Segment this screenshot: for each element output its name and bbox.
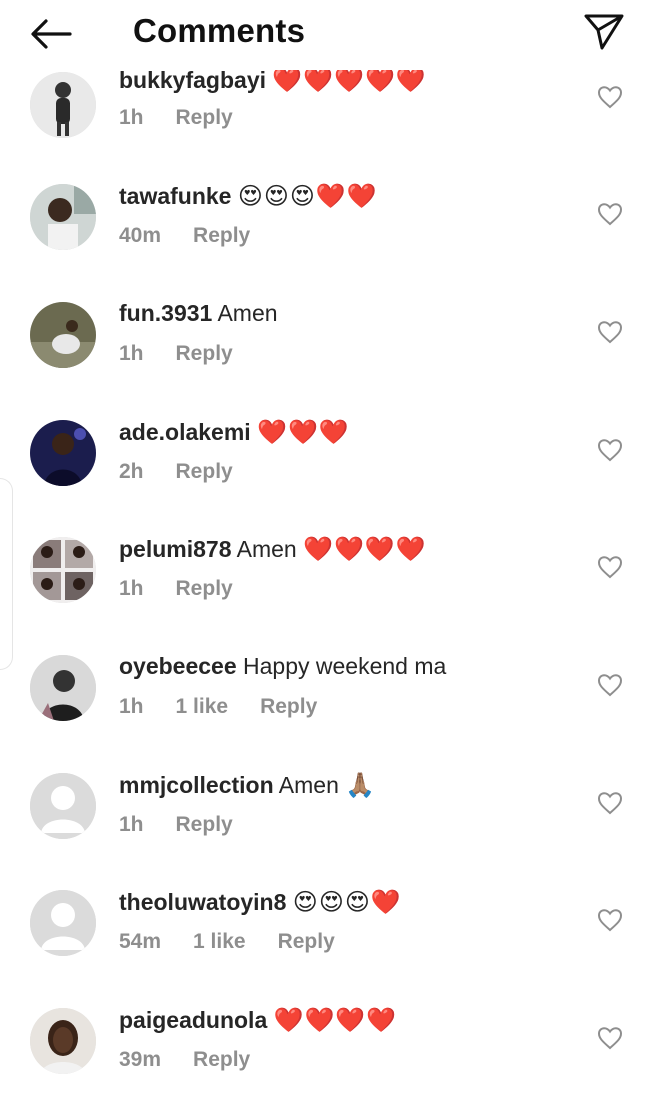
comment-text: paigeadunola ❤️❤️❤️❤️ xyxy=(119,1006,397,1035)
comment-username[interactable]: pelumi878 xyxy=(119,536,232,562)
comment-time: 54m xyxy=(119,930,162,953)
comment-text: pelumi878 Amen ❤️❤️❤️❤️ xyxy=(119,535,427,564)
avatar[interactable] xyxy=(30,655,96,721)
comment-meta: 1h Reply xyxy=(119,577,265,601)
like-heart-icon[interactable] xyxy=(597,555,623,579)
comment-time: 1h xyxy=(119,577,144,600)
avatar[interactable] xyxy=(30,890,96,956)
reply-button[interactable]: Reply xyxy=(176,342,233,365)
comment-emojis: 😍😍😍❤️ xyxy=(292,889,402,916)
comment-text: ade.olakemi ❤️❤️❤️ xyxy=(119,418,350,447)
reply-button[interactable]: Reply xyxy=(260,695,317,718)
comment-body: Amen xyxy=(217,300,278,326)
avatar[interactable] xyxy=(30,773,96,839)
reply-button[interactable]: Reply xyxy=(193,1048,250,1071)
arrow-left-icon[interactable] xyxy=(26,14,76,54)
comment-item: mmjcollection Amen 🙏🏽 1h Reply xyxy=(0,771,662,881)
comment-item: paigeadunola ❤️❤️❤️❤️ 39m Reply xyxy=(0,1006,662,1116)
comment-item: tawafunke 😍😍😍❤️❤️ 40m Reply xyxy=(0,182,662,292)
comment-meta: 1h Reply xyxy=(119,813,265,837)
comment-emojis: 😍😍😍❤️❤️ xyxy=(237,183,378,210)
comment-username[interactable]: oyebeecee xyxy=(119,653,237,679)
comment-username[interactable]: theoluwatoyin8 xyxy=(119,889,286,915)
comment-emojis: ❤️❤️❤️ xyxy=(257,419,350,446)
reply-button[interactable]: Reply xyxy=(176,813,233,836)
comment-emojis: ❤️❤️❤️❤️ xyxy=(303,536,427,563)
comment-username[interactable]: tawafunke xyxy=(119,183,231,209)
like-heart-icon[interactable] xyxy=(597,202,623,226)
comment-item: fun.3931 Amen 1h Reply xyxy=(0,300,662,410)
reply-button[interactable]: Reply xyxy=(176,460,233,483)
avatar[interactable] xyxy=(30,537,96,603)
avatar[interactable] xyxy=(30,184,96,250)
comment-meta: 1h 1 like Reply xyxy=(119,695,349,719)
like-heart-icon[interactable] xyxy=(597,791,623,815)
comment-text: fun.3931 Amen xyxy=(119,300,278,327)
comment-time: 1h xyxy=(119,695,144,718)
reply-button[interactable]: Reply xyxy=(176,106,233,129)
comments-list[interactable]: bukkyfagbayi ❤️❤️❤️❤️❤️ 1h Reply tawafunk… xyxy=(0,0,662,1085)
comment-item: oyebeecee Happy weekend ma 1h 1 like Reply xyxy=(0,653,662,763)
paper-plane-icon[interactable] xyxy=(580,12,626,52)
comment-username[interactable]: paigeadunola xyxy=(119,1007,267,1033)
comment-emojis: ❤️❤️❤️❤️ xyxy=(273,1007,398,1034)
comment-time: 1h xyxy=(119,106,144,129)
likes-count[interactable]: 1 like xyxy=(176,695,229,718)
avatar[interactable] xyxy=(30,302,96,368)
avatar[interactable] xyxy=(30,72,96,138)
edge-panel-handle[interactable] xyxy=(0,478,13,670)
comment-text: bukkyfagbayi ❤️❤️❤️❤️❤️ xyxy=(119,66,427,95)
comment-text: theoluwatoyin8 😍😍😍❤️ xyxy=(119,888,402,917)
comment-time: 40m xyxy=(119,224,162,247)
like-heart-icon[interactable] xyxy=(597,85,623,109)
comment-text: mmjcollection Amen 🙏🏽 xyxy=(119,771,376,800)
comment-time: 2h xyxy=(119,460,144,483)
comment-body: Amen xyxy=(236,536,297,562)
comment-username[interactable]: ade.olakemi xyxy=(119,419,251,445)
like-heart-icon[interactable] xyxy=(597,673,623,697)
comment-item: pelumi878 Amen ❤️❤️❤️❤️ 1h Reply xyxy=(0,535,662,645)
comment-time: 1h xyxy=(119,342,144,365)
page-title: Comments xyxy=(133,12,306,49)
comment-text: oyebeecee Happy weekend ma xyxy=(119,653,446,680)
comment-username[interactable]: bukkyfagbayi xyxy=(119,67,266,93)
like-heart-icon[interactable] xyxy=(597,320,623,344)
comment-item: bukkyfagbayi ❤️❤️❤️❤️❤️ 1h Reply xyxy=(0,60,662,170)
reply-button[interactable]: Reply xyxy=(278,930,335,953)
reply-button[interactable]: Reply xyxy=(176,577,233,600)
like-heart-icon[interactable] xyxy=(597,438,623,462)
comment-item: ade.olakemi ❤️❤️❤️ 2h Reply xyxy=(0,418,662,528)
reply-button[interactable]: Reply xyxy=(193,224,250,247)
comment-meta: 1h Reply xyxy=(119,342,265,366)
comment-meta: 54m 1 like Reply xyxy=(119,930,367,954)
comment-meta: 1h Reply xyxy=(119,106,265,130)
comment-body: Amen xyxy=(278,772,339,798)
avatar[interactable] xyxy=(30,420,96,486)
top-bar: Comments xyxy=(0,0,662,70)
comment-body: Happy weekend ma xyxy=(243,653,447,679)
comment-time: 39m xyxy=(119,1048,162,1071)
comment-item: theoluwatoyin8 😍😍😍❤️ 54m 1 like Reply xyxy=(0,888,662,998)
avatar[interactable] xyxy=(30,1008,96,1074)
comment-text: tawafunke 😍😍😍❤️❤️ xyxy=(119,182,378,211)
comment-meta: 39m Reply xyxy=(119,1048,282,1072)
comment-emojis: ❤️❤️❤️❤️❤️ xyxy=(272,67,427,94)
comment-time: 1h xyxy=(119,813,144,836)
likes-count[interactable]: 1 like xyxy=(193,930,246,953)
comment-meta: 40m Reply xyxy=(119,224,282,248)
like-heart-icon[interactable] xyxy=(597,908,623,932)
comment-meta: 2h Reply xyxy=(119,460,265,484)
comment-emojis: 🙏🏽 xyxy=(345,772,377,799)
comment-username[interactable]: fun.3931 xyxy=(119,300,212,326)
like-heart-icon[interactable] xyxy=(597,1026,623,1050)
comment-username[interactable]: mmjcollection xyxy=(119,772,274,798)
